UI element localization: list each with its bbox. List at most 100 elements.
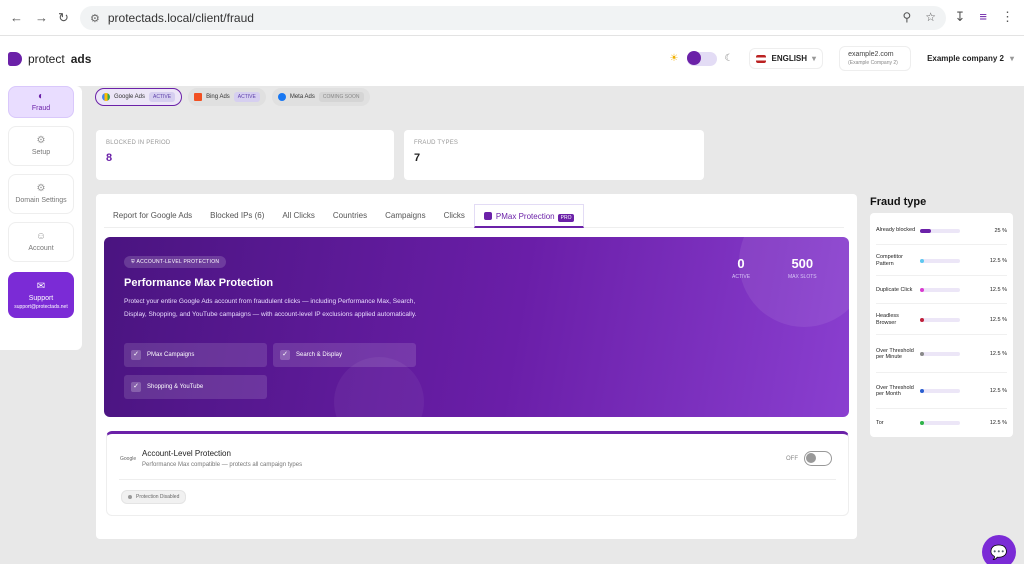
tab-blocked-ips[interactable]: Blocked IPs (6) [201,204,273,228]
user-icon: ☺ [35,231,47,242]
sun-icon: ☀ [669,53,679,64]
sidebar: ◐ Fraud ⚙ Setup ⚙ Domain Settings ☺ Acco… [0,86,82,350]
tab-countries[interactable]: Countries [324,204,376,228]
tab-all-clicks[interactable]: All Clicks [273,204,323,228]
forward-icon[interactable]: → [35,10,48,25]
sidebar-item-setup[interactable]: ⚙ Setup [8,126,74,166]
fraud-type-bar [920,258,960,263]
stat-label: FRAUD TYPES [414,140,459,146]
feature-shopping-youtube: ✓ Shopping & YouTube [124,375,267,399]
protection-subtitle: Performance Max compatible — protects al… [142,462,303,468]
fraud-type-pct: 12.5 % [989,257,1007,264]
fraud-type-row: Competitor Pattern 12.5 % [876,246,1007,276]
platform-tabs: Google Ads ACTIVE Bing Ads ACTIVE Meta A… [95,88,370,106]
gear-icon: ⚙ [36,135,46,146]
fraud-type-label: Over Threshold per Minute [876,347,914,361]
status-badge: Protection Disabled [121,490,187,504]
fraud-type-bar [920,228,960,233]
pro-badge: PRO [557,214,575,222]
fraud-type-bar [920,421,960,425]
fraud-type-pct: 12.5 % [989,351,1007,357]
chat-bubble-icon[interactable]: 💬 [982,535,1016,564]
fraud-type-row: Over Threshold per Minute 12.5 % [876,336,1007,373]
report-tabs: Report for Google Ads Blocked IPs (6) Al… [104,204,844,228]
url-text: protectads.local/client/fraud [107,11,254,25]
fraud-type-bar [920,317,960,322]
fraud-type-row: Tor 12.5 % [876,410,1007,436]
shield-logo-icon [8,52,22,66]
browser-chrome: ← → ↻ ⚙ protectads.local/client/fraud ⚲ … [0,0,1024,36]
language-label: ENGLISH [771,54,808,63]
sidebar-item-label: Account [28,245,54,252]
bookmark-star-icon[interactable]: ☆ [925,10,936,24]
support-label: Support [28,295,54,302]
site-info-icon[interactable]: ⚙ [90,12,100,25]
menu-icon[interactable]: ⋮ [1001,9,1014,25]
hero-title: Performance Max Protection [124,277,274,289]
account-selector[interactable]: example2.com (Example Company 2) [839,46,912,71]
fraud-type-pct: 12.5 % [989,287,1007,293]
protection-toggle-wrap: OFF [786,451,832,466]
fraud-type-row: Duplicate Click 12.5 % [876,277,1007,304]
stat-value: 7 [414,152,421,164]
max-slots-stat: 500 MAX SLOTS [788,256,817,280]
chevron-down-icon: ▾ [1009,54,1014,63]
reload-icon[interactable]: ↻ [58,10,69,26]
tab-campaigns[interactable]: Campaigns [376,204,434,228]
address-bar[interactable]: ⚙ protectads.local/client/fraud ⚲ ☆ [80,6,946,30]
company-selector[interactable]: Example company 2 ▾ [927,54,1014,63]
check-icon: ✓ [131,382,141,392]
language-selector[interactable]: ENGLISH ▾ [749,48,824,69]
brand-bold: ads [70,52,92,66]
hero-description: Protect your entire Google Ads account f… [124,298,417,318]
sidebar-item-support[interactable]: ✉ Support support@protectads.net [8,272,74,318]
fraud-type-row: Already blocked 25 % [876,217,1007,245]
sidebar-item-account[interactable]: ☺ Account [8,222,74,262]
platform-google-ads[interactable]: Google Ads ACTIVE [95,88,183,106]
fraud-type-pct: 25 % [994,227,1007,234]
fraud-type-label: Over Threshold per Month [876,384,914,398]
slots-value: 500 [791,256,814,271]
platform-bing-ads[interactable]: Bing Ads ACTIVE [188,88,266,106]
check-icon: ✓ [131,350,141,360]
fraud-type-label: Tor [876,419,884,426]
extension-icon[interactable]: ≡ [979,9,987,25]
feature-pmax-campaigns: ✓ PMax Campaigns [124,343,267,367]
check-icon: ✓ [280,350,290,360]
sidebar-item-fraud[interactable]: ◐ Fraud [8,86,74,118]
meta-icon [277,93,286,101]
tab-label: PMax Protection [495,212,555,221]
fraud-type-row: Headless Browser 12.5 % [876,305,1007,335]
google-ads-icon [102,93,110,101]
google-logo: Google [120,456,137,462]
feature-search-display: ✓ Search & Display [273,343,416,367]
platform-meta-ads[interactable]: Meta Ads COMING SOON [271,88,370,106]
fraud-type-label: Competitor Pattern [876,254,903,267]
fraud-types-card: FRAUD TYPES 7 [404,130,704,180]
fraud-type-bar [920,352,960,356]
tab-report[interactable]: Report for Google Ads [104,204,201,228]
back-icon[interactable]: ← [10,10,23,25]
toggle-label: OFF [786,455,798,462]
sidebar-item-label: Domain Settings [15,197,67,204]
company-name: Example company 2 [927,54,1004,63]
fraud-type-pct: 12.5 % [989,316,1007,323]
sidebar-item-domain-settings[interactable]: ⚙ Domain Settings [8,174,74,214]
brand-logo[interactable]: protect ads [8,52,91,66]
protection-toggle[interactable] [804,451,832,466]
account-level-protection-card: Google Account-Level Protection Performa… [106,431,849,516]
app-header: protect ads ☀ ☾ ENGLISH ▾ example2.com (E… [0,36,1024,86]
us-flag-icon [756,54,767,63]
moon-icon: ☾ [724,53,734,64]
zoom-icon[interactable]: ⚲ [902,10,911,24]
main-panel: Report for Google Ads Blocked IPs (6) Al… [96,194,857,539]
tab-pmax-protection[interactable]: PMax Protection PRO [473,204,585,228]
theme-switcher[interactable]: ☀ ☾ [669,50,734,66]
download-icon[interactable]: ↧ [955,9,966,25]
fraud-type-title: Fraud type [870,196,927,208]
theme-toggle[interactable] [686,50,717,66]
brand-light: protect [28,52,65,66]
tab-clicks[interactable]: Clicks [435,204,474,228]
microsoft-icon [194,93,203,101]
fraud-type-label: Duplicate Click [876,286,913,293]
